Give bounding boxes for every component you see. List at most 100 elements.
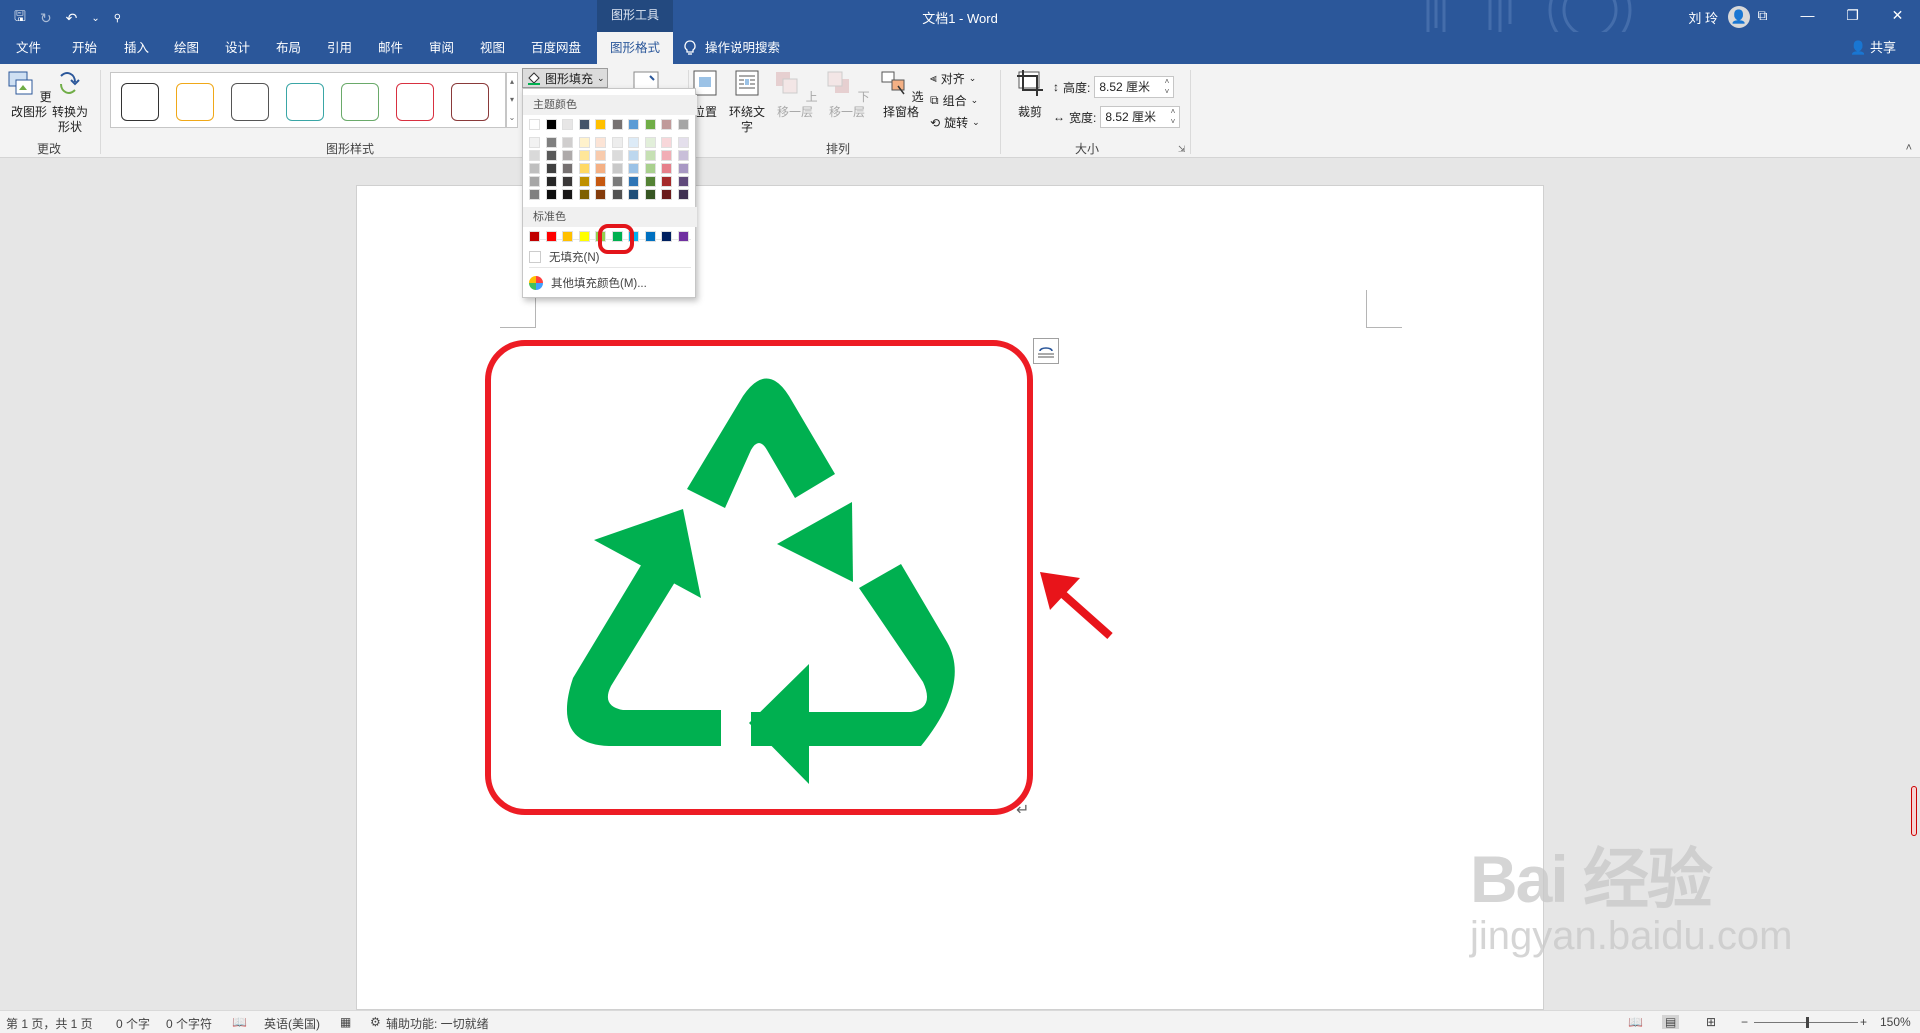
theme-color-shade[interactable] (545, 189, 557, 200)
theme-color-shade[interactable] (562, 150, 573, 161)
theme-color-shade[interactable] (611, 189, 623, 200)
theme-color-shade[interactable] (661, 150, 672, 161)
theme-color-shade[interactable] (595, 189, 606, 200)
page-count[interactable]: 第 1 页，共 1 页 (6, 1015, 93, 1032)
tab-shape-format[interactable]: 图形格式 (597, 32, 673, 64)
standard-color-swatch[interactable] (562, 231, 573, 242)
theme-color-swatch[interactable] (611, 119, 623, 130)
macro-icon[interactable]: ▦ (340, 1015, 351, 1029)
accessibility-status[interactable]: 辅助功能: 一切就绪 (386, 1015, 489, 1032)
theme-color-swatch[interactable] (562, 119, 573, 130)
style-swatch[interactable] (121, 83, 159, 121)
theme-color-shade[interactable] (595, 176, 606, 187)
theme-color-swatch[interactable] (545, 119, 557, 130)
undo-icon[interactable]: ↶ (66, 10, 78, 27)
zoom-slider-thumb[interactable] (1806, 1017, 1809, 1028)
theme-color-shade[interactable] (644, 189, 656, 200)
tab-draw[interactable]: 绘图 (166, 32, 207, 64)
more-fill-colors-item[interactable]: 其他填充颜色(M)... (529, 275, 647, 291)
web-layout-icon[interactable]: ⊞ (1706, 1015, 1716, 1029)
spin-icon[interactable]: ˄ ˅ (1171, 107, 1176, 127)
tab-design[interactable]: 设计 (217, 32, 258, 64)
send-backward-button[interactable]: 下移一层 (822, 68, 872, 120)
theme-color-shade[interactable] (611, 137, 623, 148)
tell-me-search[interactable]: 操作说明搜索 (683, 32, 780, 64)
graphic-fill-button[interactable]: 图形填充 ⌄ (522, 68, 608, 88)
tab-mailings[interactable]: 邮件 (370, 32, 411, 64)
save-icon[interactable]: 🖫 (14, 6, 26, 30)
selection-pane-button[interactable]: 选择窗格 (876, 68, 926, 120)
restore-icon[interactable]: ❐ (1830, 0, 1875, 32)
theme-color-shade[interactable] (644, 163, 656, 174)
theme-color-shade[interactable] (628, 137, 639, 148)
word-count[interactable]: 0 个字 (116, 1015, 150, 1032)
proofing-icon[interactable]: 📖 (232, 1015, 247, 1029)
theme-color-shade[interactable] (644, 176, 656, 187)
zoom-out-button[interactable]: − (1741, 1015, 1748, 1029)
theme-color-shade[interactable] (611, 150, 623, 161)
theme-color-shade[interactable] (595, 163, 606, 174)
theme-color-shade[interactable] (545, 137, 557, 148)
theme-color-shade[interactable] (661, 176, 672, 187)
theme-color-shade[interactable] (677, 163, 689, 174)
theme-color-shade[interactable] (545, 150, 557, 161)
theme-color-shade[interactable] (578, 137, 590, 148)
tab-layout[interactable]: 布局 (268, 32, 309, 64)
theme-color-shade[interactable] (578, 163, 590, 174)
redo-icon[interactable]: ↻ (40, 10, 52, 27)
no-fill-item[interactable]: 无填充(N) (529, 249, 599, 265)
theme-color-shade[interactable] (644, 137, 656, 148)
language[interactable]: 英语(美国) (264, 1015, 320, 1032)
tab-file[interactable]: 文件 (8, 32, 49, 64)
tab-insert[interactable]: 插入 (116, 32, 157, 64)
theme-color-shade[interactable] (529, 163, 540, 174)
char-count[interactable]: 0 个字符 (166, 1015, 212, 1032)
zoom-in-button[interactable]: + (1860, 1015, 1867, 1029)
theme-color-shade[interactable] (661, 189, 672, 200)
theme-color-shade[interactable] (611, 176, 623, 187)
theme-color-swatch[interactable] (578, 119, 590, 130)
theme-color-shade[interactable] (595, 150, 606, 161)
style-swatch[interactable] (396, 83, 434, 121)
theme-color-swatch[interactable] (661, 119, 672, 130)
theme-color-shade[interactable] (529, 176, 540, 187)
read-mode-icon[interactable]: 📖 (1628, 1015, 1643, 1029)
minimize-icon[interactable]: — (1785, 0, 1830, 32)
theme-color-shade[interactable] (628, 176, 639, 187)
align-button[interactable]: ⫷ 对齐 ⌄ (930, 70, 976, 87)
theme-color-shade[interactable] (628, 163, 639, 174)
theme-color-shade[interactable] (578, 189, 590, 200)
theme-color-swatch[interactable] (595, 119, 606, 130)
style-swatch[interactable] (451, 83, 489, 121)
theme-color-shade[interactable] (529, 189, 540, 200)
convert-to-shape-button[interactable]: 转换为形状 (52, 68, 88, 135)
theme-color-shade[interactable] (677, 189, 689, 200)
style-swatch[interactable] (286, 83, 324, 121)
theme-color-shade[interactable] (677, 137, 689, 148)
standard-color-swatch[interactable] (578, 231, 590, 242)
print-layout-icon[interactable]: ▤ (1662, 1015, 1680, 1029)
theme-color-shade[interactable] (661, 137, 672, 148)
spin-icon[interactable]: ˄ ˅ (1165, 77, 1170, 97)
layout-options-button[interactable] (1033, 338, 1059, 364)
theme-color-shade[interactable] (595, 137, 606, 148)
theme-color-swatch[interactable] (529, 119, 540, 130)
theme-color-shade[interactable] (611, 163, 623, 174)
theme-color-shade[interactable] (562, 189, 573, 200)
theme-color-shade[interactable] (562, 176, 573, 187)
theme-color-shade[interactable] (677, 150, 689, 161)
theme-color-swatch[interactable] (628, 119, 639, 130)
theme-color-shade[interactable] (562, 137, 573, 148)
vertical-scrollbar[interactable] (1911, 786, 1917, 836)
collapse-ribbon-icon[interactable]: ˄ (1906, 142, 1912, 154)
wrap-text-button[interactable]: 环绕文字 (728, 68, 766, 135)
theme-color-shade[interactable] (545, 176, 557, 187)
tab-review[interactable]: 审阅 (421, 32, 462, 64)
crop-button[interactable]: 裁剪 (1008, 68, 1052, 120)
standard-color-swatch[interactable] (644, 231, 656, 242)
rounded-rectangle-shape[interactable] (485, 340, 1033, 815)
ribbon-display-options-icon[interactable]: ⧉ (1740, 0, 1785, 32)
theme-color-shade[interactable] (529, 137, 540, 148)
style-swatch[interactable] (341, 83, 379, 121)
theme-color-shade[interactable] (529, 150, 540, 161)
